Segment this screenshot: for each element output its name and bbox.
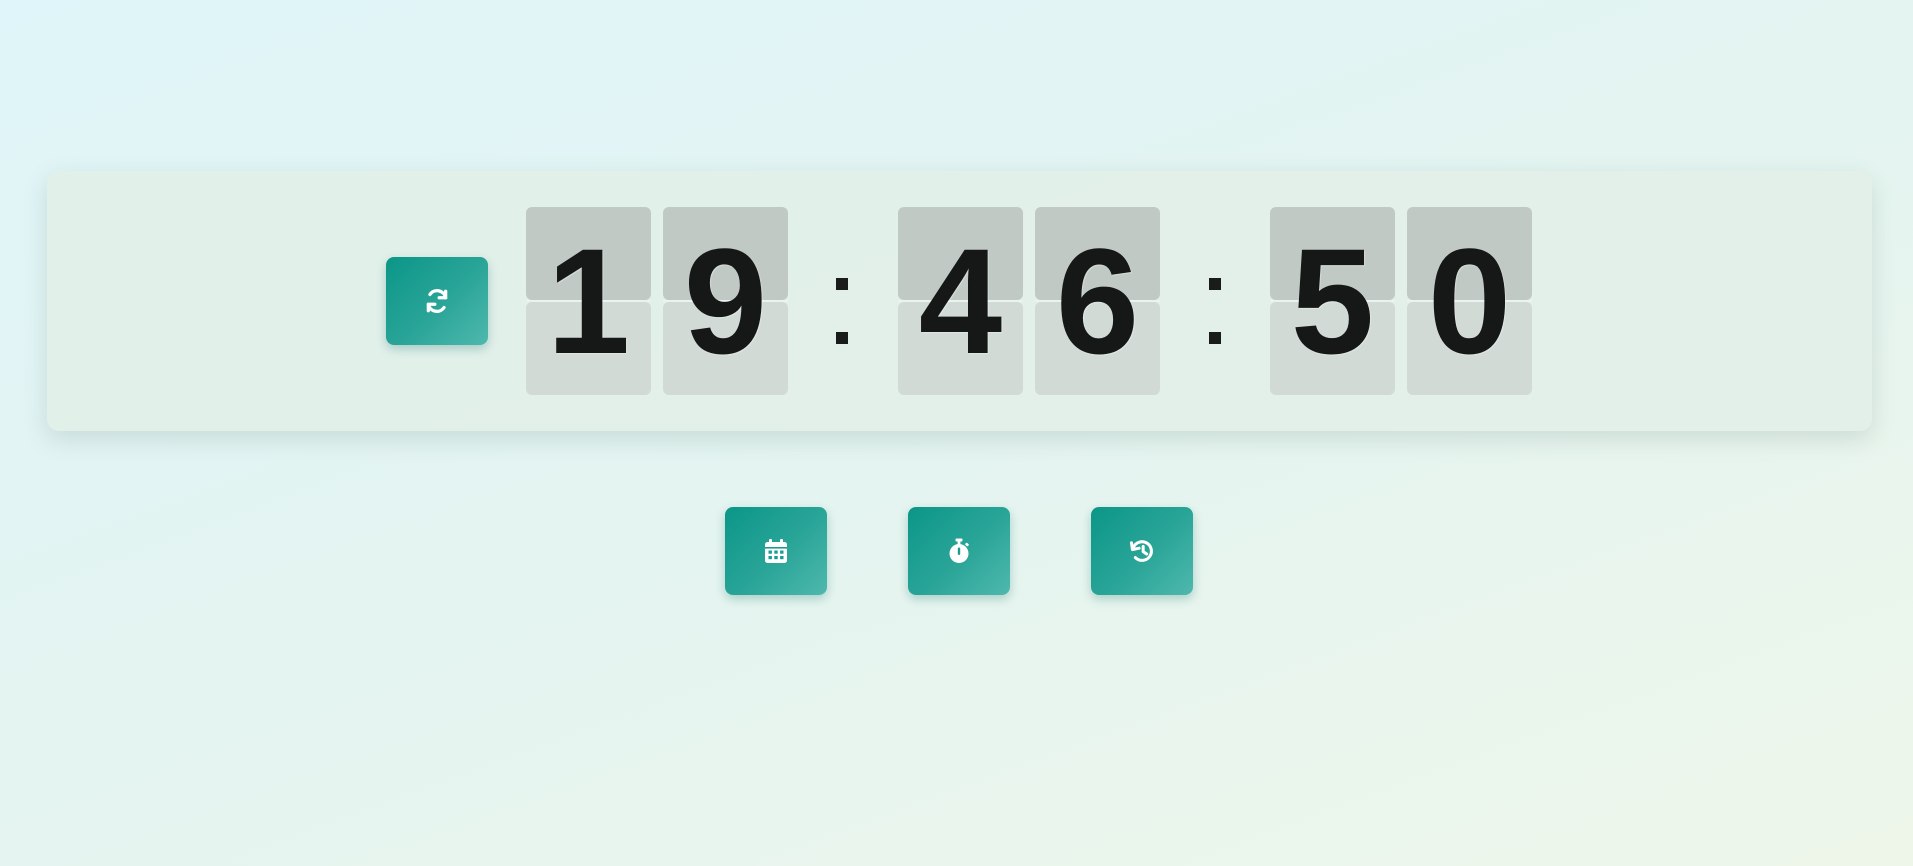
second-tens-digit: 5 [1290, 216, 1375, 385]
calendar-icon [764, 538, 788, 564]
hour-tens-digit: 1 [546, 216, 631, 385]
refresh-icon [424, 288, 450, 314]
history-button[interactable] [1091, 507, 1193, 595]
minute-ones-digit: 6 [1055, 216, 1140, 385]
minute-tens-digit: 4 [918, 216, 1003, 385]
history-icon [1128, 537, 1156, 565]
calendar-button[interactable] [725, 507, 827, 595]
hour-minute-separator [836, 278, 848, 356]
stopwatch-icon [947, 538, 971, 564]
stopwatch-button[interactable] [908, 507, 1010, 595]
second-ones-card: 0 [1407, 207, 1532, 395]
second-ones-digit: 0 [1427, 216, 1512, 385]
minute-tens-card: 4 [898, 207, 1023, 395]
minute-second-separator [1209, 278, 1221, 356]
hour-ones-card: 9 [663, 207, 788, 395]
second-tens-card: 5 [1270, 207, 1395, 395]
refresh-button[interactable] [386, 257, 488, 345]
hour-tens-card: 1 [526, 207, 651, 395]
hour-ones-digit: 9 [683, 216, 768, 385]
minute-ones-card: 6 [1035, 207, 1160, 395]
